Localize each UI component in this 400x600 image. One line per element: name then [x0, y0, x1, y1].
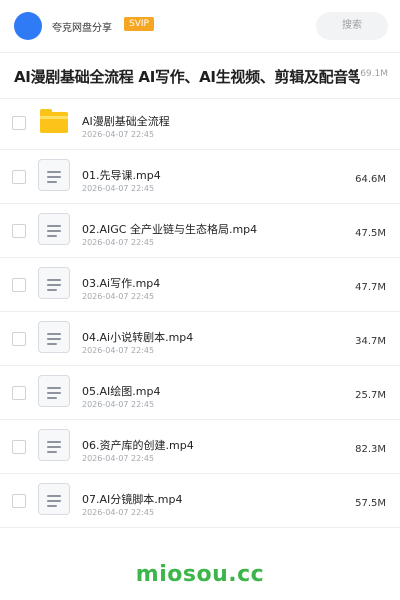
file-icon — [38, 267, 70, 299]
item-checkbox[interactable] — [12, 278, 26, 292]
site-name: 夸克网盘分享 — [52, 23, 112, 34]
item-date: 2026-04-07 22:45 — [82, 292, 155, 301]
item-checkbox[interactable] — [12, 494, 26, 508]
list-item[interactable]: 03.Ai写作.mp4 2026-04-07 22:45 47.7M — [0, 259, 400, 312]
item-date: 2026-04-07 22:45 — [82, 184, 155, 193]
item-checkbox[interactable] — [12, 116, 26, 130]
list-item[interactable]: AI漫剧基础全流程 2026-04-07 22:45 — [0, 97, 400, 150]
list-item[interactable]: 06.资产库的创建.mp4 2026-04-07 22:45 82.3M — [0, 421, 400, 474]
item-name: 02.AIGC 全产业链与生态格局.mp4 — [82, 223, 258, 236]
item-name: 04.Ai小说转剧本.mp4 — [82, 331, 194, 344]
item-name: 06.资产库的创建.mp4 — [82, 439, 194, 452]
item-name: 03.Ai写作.mp4 — [82, 277, 161, 290]
avatar[interactable] — [14, 12, 42, 40]
item-date: 2026-04-07 22:45 — [82, 238, 155, 247]
list-item[interactable]: 02.AIGC 全产业链与生态格局.mp4 2026-04-07 22:45 4… — [0, 205, 400, 258]
item-checkbox[interactable] — [12, 224, 26, 238]
item-checkbox[interactable] — [12, 386, 26, 400]
footer: miosou.cc — [0, 554, 400, 600]
file-icon — [38, 321, 70, 353]
item-size: 47.7M — [355, 282, 386, 293]
svip-badge: SVIP — [124, 17, 154, 31]
file-list: AI漫剧基础全流程 2026-04-07 22:45 01.先导课.mp4 20… — [0, 97, 400, 529]
file-icon — [38, 483, 70, 515]
search-button[interactable]: 搜索 — [316, 12, 388, 40]
list-item[interactable]: 04.Ai小说转剧本.mp4 2026-04-07 22:45 34.7M — [0, 313, 400, 366]
item-date: 2026-04-07 22:45 — [82, 346, 155, 355]
item-date: 2026-04-07 22:45 — [82, 454, 155, 463]
item-checkbox[interactable] — [12, 332, 26, 346]
total-size: 69.1M — [358, 69, 388, 79]
item-checkbox[interactable] — [12, 440, 26, 454]
item-date: 2026-04-07 22:45 — [82, 508, 155, 517]
item-name: 07.AI分镜脚本.mp4 — [82, 493, 183, 506]
page-title: AI漫剧基础全流程 AI写作、AI生视频、剪辑及配音等 — [14, 68, 360, 86]
list-item[interactable]: 01.先导课.mp4 2026-04-07 22:45 64.6M — [0, 151, 400, 204]
item-size: 82.3M — [355, 444, 386, 455]
item-date: 2026-04-07 22:45 — [82, 130, 155, 139]
folder-header: AI漫剧基础全流程 AI写作、AI生视频、剪辑及配音等 69.1M — [0, 52, 400, 99]
file-icon — [38, 213, 70, 245]
file-icon — [38, 429, 70, 461]
folder-icon — [40, 109, 68, 133]
item-size: 25.7M — [355, 390, 386, 401]
item-name: AI漫剧基础全流程 — [82, 115, 170, 128]
list-item[interactable]: 05.AI绘图.mp4 2026-04-07 22:45 25.7M — [0, 367, 400, 420]
file-icon — [38, 159, 70, 191]
item-date: 2026-04-07 22:45 — [82, 400, 155, 409]
item-size: 64.6M — [355, 174, 386, 185]
item-name: 01.先导课.mp4 — [82, 169, 161, 182]
item-size: 47.5M — [355, 228, 386, 239]
item-size: 34.7M — [355, 336, 386, 347]
item-checkbox[interactable] — [12, 170, 26, 184]
item-name: 05.AI绘图.mp4 — [82, 385, 161, 398]
brand-watermark: miosou.cc — [135, 562, 265, 587]
top-bar: 夸克网盘分享 SVIP 搜索 — [0, 0, 400, 53]
file-icon — [38, 375, 70, 407]
item-size: 57.5M — [355, 498, 386, 509]
list-item[interactable]: 07.AI分镜脚本.mp4 2026-04-07 22:45 57.5M — [0, 475, 400, 528]
